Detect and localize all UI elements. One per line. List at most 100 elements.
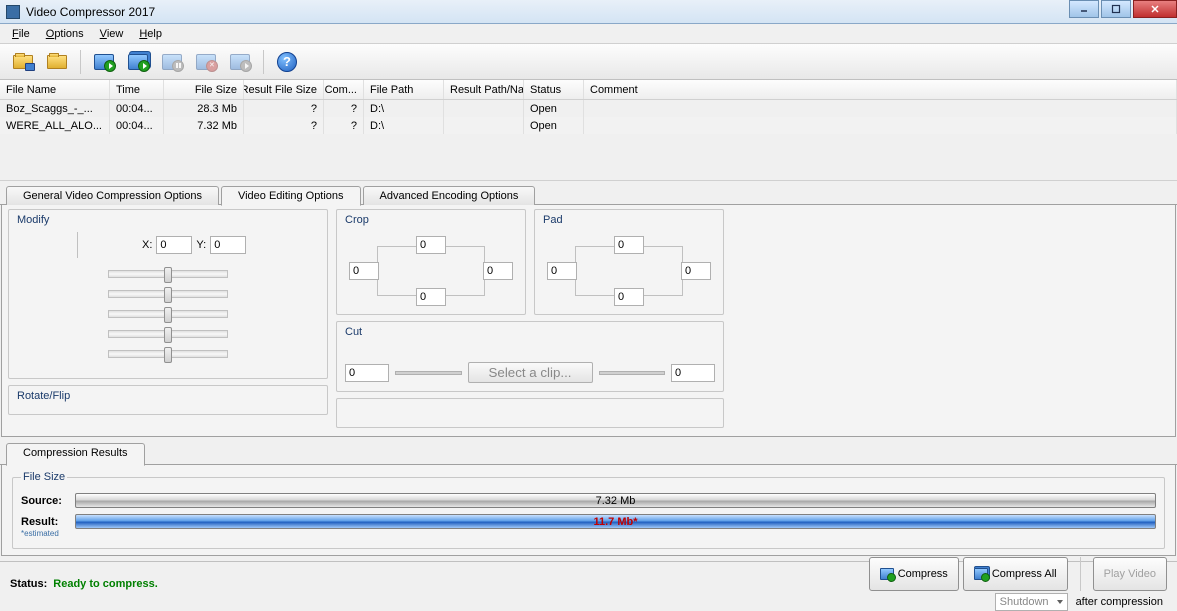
editing-panel: Modify X: Y: Rotate/Flip Crop (1, 205, 1176, 437)
cut-from-input[interactable] (345, 364, 389, 382)
status-value: Ready to compress. (53, 578, 158, 590)
pad-bottom-input[interactable] (614, 288, 644, 306)
pad-left-input[interactable] (547, 262, 577, 280)
estimated-note: *estimated (21, 529, 1156, 538)
toolbar-separator (80, 50, 81, 74)
compress-button[interactable] (89, 48, 119, 76)
pad-label: Pad (543, 214, 715, 226)
help-button[interactable]: ? (272, 48, 302, 76)
cut-track-left[interactable] (395, 371, 462, 375)
table-row[interactable]: WERE_ALL_ALO... 00:04... 7.32 Mb ? ? D:\… (0, 117, 1177, 134)
maximize-button[interactable] (1101, 0, 1131, 18)
col-time[interactable]: Time (110, 80, 164, 99)
crop-left-input[interactable] (349, 262, 379, 280)
col-filesize[interactable]: File Size (164, 80, 244, 99)
col-filename[interactable]: File Name (0, 80, 110, 99)
cut-track-right[interactable] (599, 371, 666, 375)
cell-comment (584, 117, 1177, 134)
play-output-button[interactable] (225, 48, 255, 76)
col-filepath[interactable]: File Path (364, 80, 444, 99)
cell-comp: ? (324, 100, 364, 117)
slider-5[interactable] (108, 350, 228, 358)
shutdown-combo[interactable]: Shutdown (995, 593, 1068, 611)
tab-general[interactable]: General Video Compression Options (6, 186, 219, 205)
x-input[interactable] (156, 236, 192, 254)
rotate-label: Rotate/Flip (17, 390, 319, 402)
cell-rpath (444, 117, 524, 134)
cell-status: Open (524, 117, 584, 134)
close-button[interactable] (1133, 0, 1177, 18)
window-controls (1069, 0, 1177, 23)
compress-all-button[interactable] (123, 48, 153, 76)
tab-compression-results[interactable]: Compression Results (6, 443, 145, 466)
cell-time: 00:04... (110, 117, 164, 134)
source-bar: 7.32 Mb (75, 493, 1156, 508)
menu-options[interactable]: Options (38, 24, 92, 43)
compress-button-label: Compress (898, 568, 948, 580)
pause-button[interactable] (157, 48, 187, 76)
col-compression[interactable]: Com... (324, 80, 364, 99)
filesize-legend: File Size (21, 471, 67, 483)
cut-label: Cut (345, 326, 715, 338)
col-result-filesize[interactable]: Result File Size (244, 80, 324, 99)
slider-4[interactable] (108, 330, 228, 338)
col-result-path[interactable]: Result Path/Na... (444, 80, 524, 99)
crop-right-input[interactable] (483, 262, 513, 280)
slider-3[interactable] (108, 310, 228, 318)
menu-file[interactable]: File (4, 24, 38, 43)
source-value: 7.32 Mb (596, 495, 636, 507)
results-tabs: Compression Results (0, 443, 1177, 465)
cell-path: D:\ (364, 117, 444, 134)
minimize-button[interactable] (1069, 0, 1099, 18)
after-compression-label: after compression (1072, 595, 1167, 609)
add-file-button[interactable] (8, 48, 38, 76)
source-label: Source: (21, 495, 69, 507)
compress-button-footer[interactable]: Compress (869, 557, 959, 591)
footer: Status: Ready to compress. Compress Comp… (0, 561, 1177, 605)
cut-group: Cut Select a clip... (336, 321, 724, 392)
col-comment[interactable]: Comment (584, 80, 1177, 99)
crop-group: Crop (336, 209, 526, 315)
result-label: Result: (21, 516, 69, 528)
cell-comp: ? (324, 117, 364, 134)
menu-help[interactable]: Help (131, 24, 170, 43)
title-bar: Video Compressor 2017 (0, 0, 1177, 24)
cell-filename: WERE_ALL_ALO... (0, 117, 110, 134)
empty-group (336, 398, 724, 428)
menu-view[interactable]: View (92, 24, 132, 43)
col-status[interactable]: Status (524, 80, 584, 99)
cell-rfsize: ? (244, 100, 324, 117)
y-input[interactable] (210, 236, 246, 254)
cell-filesize: 7.32 Mb (164, 117, 244, 134)
stop-button[interactable] (191, 48, 221, 76)
result-bar: 11.7 Mb* (75, 514, 1156, 529)
pad-right-input[interactable] (681, 262, 711, 280)
app-icon (6, 5, 20, 19)
tab-editing[interactable]: Video Editing Options (221, 186, 361, 206)
select-clip-button[interactable]: Select a clip... (468, 362, 593, 383)
play-video-button[interactable]: Play Video (1093, 557, 1167, 591)
tab-advanced[interactable]: Advanced Encoding Options (363, 186, 536, 205)
modify-label: Modify (17, 214, 319, 226)
slider-2[interactable] (108, 290, 228, 298)
filesize-group: File Size Source: 7.32 Mb Result: 11.7 M… (12, 471, 1165, 549)
x-label: X: (142, 239, 152, 251)
cell-status: Open (524, 100, 584, 117)
cell-time: 00:04... (110, 100, 164, 117)
status-label: Status: (10, 578, 47, 590)
options-tabs: General Video Compression Options Video … (0, 181, 1177, 205)
add-folder-button[interactable] (42, 48, 72, 76)
window-title: Video Compressor 2017 (26, 5, 1069, 19)
compress-all-button-footer[interactable]: Compress All (963, 557, 1068, 591)
pad-top-input[interactable] (614, 236, 644, 254)
crop-bottom-input[interactable] (416, 288, 446, 306)
table-row[interactable]: Boz_Scaggs_-_... 00:04... 28.3 Mb ? ? D:… (0, 100, 1177, 117)
crop-top-input[interactable] (416, 236, 446, 254)
file-table: File Name Time File Size Result File Siz… (0, 80, 1177, 181)
cell-filename: Boz_Scaggs_-_... (0, 100, 110, 117)
toolbar-separator (263, 50, 264, 74)
rotate-group: Rotate/Flip (8, 385, 328, 415)
slider-1[interactable] (108, 270, 228, 278)
result-value: 11.7 Mb* (593, 516, 637, 528)
cut-to-input[interactable] (671, 364, 715, 382)
